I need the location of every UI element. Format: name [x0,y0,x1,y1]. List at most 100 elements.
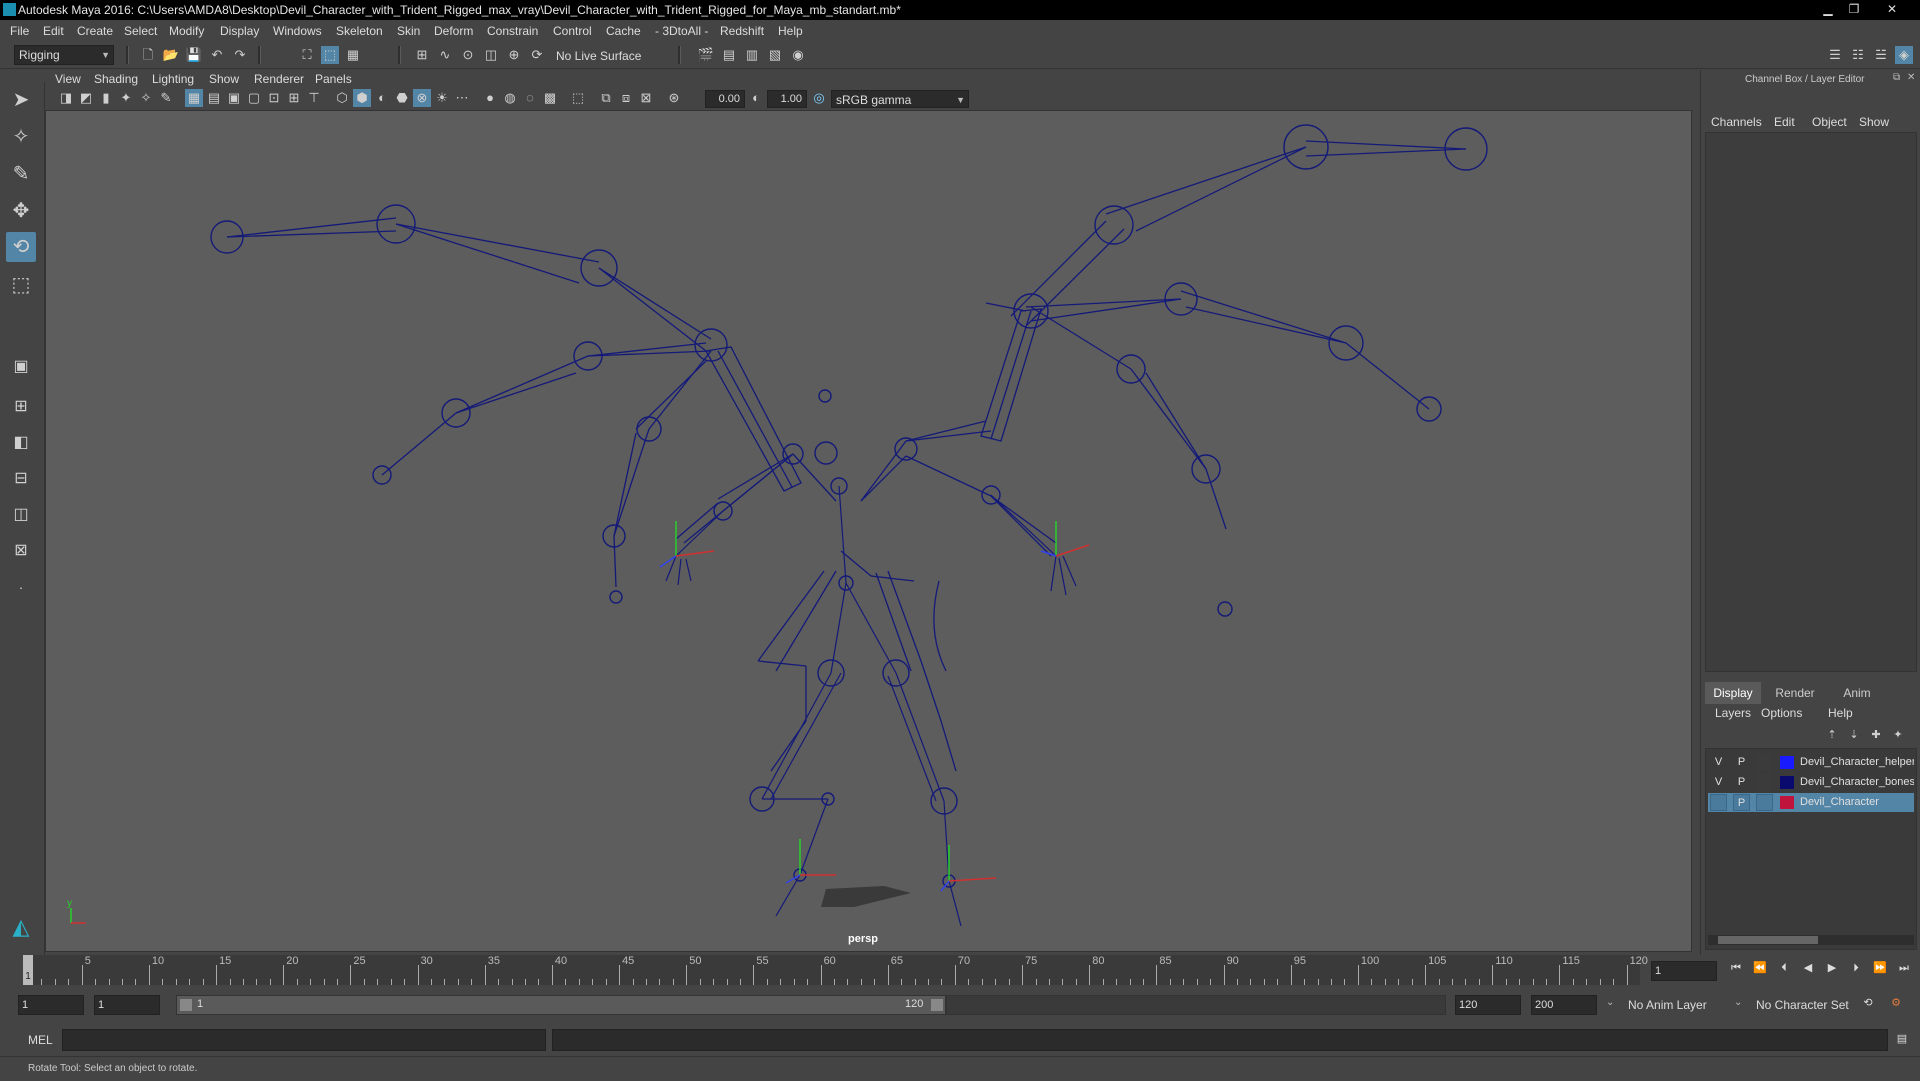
custom-layout-icon[interactable]: · [6,572,36,602]
range-end-handle[interactable] [931,999,943,1011]
layer-row-helpers[interactable]: V P Devil_Character_helpers [1708,753,1914,772]
layer-display-type-toggle[interactable] [1756,794,1773,811]
viewport-menu-renderer[interactable]: Renderer [254,72,304,86]
snap-curve-icon[interactable]: ∿ [436,46,454,64]
layer-color-swatch[interactable] [1780,776,1794,789]
tool-settings-icon[interactable]: ☱ [1872,46,1890,64]
float-panel-icon[interactable]: ⧉ [1893,72,1900,83]
layer-playback-toggle[interactable]: P [1733,774,1750,791]
menu-control[interactable]: Control [553,24,592,38]
layer-display-type-toggle[interactable] [1756,774,1773,791]
viewport-menu-view[interactable]: View [55,72,81,86]
current-time-marker[interactable]: 1 [23,955,33,985]
anti-aliasing-icon[interactable]: ◍ [501,89,519,107]
playback-start-field[interactable]: 1 [94,995,160,1015]
layer-menu-layers[interactable]: Layers [1715,706,1751,720]
open-scene-icon[interactable]: 📂 [162,46,180,64]
gamma-icon[interactable]: ◐ [747,89,765,107]
current-frame-field[interactable]: 1 [1651,961,1717,981]
layer-visibility-toggle[interactable] [1710,794,1727,811]
menu-constrain[interactable]: Constrain [487,24,538,38]
paint-select-tool-icon[interactable]: ✎ [6,159,36,189]
textures-icon[interactable]: ⬣ [393,89,411,107]
isolate-select-icon[interactable]: ▩ [541,89,559,107]
lasso-tool-icon[interactable]: ✧ [6,122,36,152]
single-view-layout-icon[interactable]: ▣ [6,352,36,382]
close-panel-icon[interactable]: ✕ [1907,72,1915,83]
smooth-shade-icon[interactable]: ⬢ [353,89,371,107]
four-view-layout-icon[interactable]: ⊞ [6,392,36,422]
layer-color-swatch[interactable] [1780,796,1794,809]
two-d-pan-icon[interactable]: ⊤ [305,89,323,107]
side-by-side-layout-icon[interactable]: ◧ [6,428,36,458]
bookmark-icon[interactable]: ▮ [97,89,115,107]
menu-select[interactable]: Select [124,24,157,38]
color-management-icon[interactable]: ◎ [810,89,828,107]
layer-menu-help[interactable]: Help [1828,706,1853,720]
playback-end-field[interactable]: 120 [1455,995,1521,1015]
new-layer-from-selection-icon[interactable]: ✦ [1889,726,1907,744]
timeline-ruler[interactable]: 5 10 15 20 25 30 35 40 45 50 55 60 65 70 75 80 85 90 95 100… [23,955,1648,985]
view-transform-dropdown[interactable]: sRGB gamma ▼ [831,90,969,108]
new-scene-icon[interactable]: 🗋 [139,46,157,64]
xray-active-icon[interactable]: ⧉ [597,89,615,107]
move-layer-up-icon[interactable]: ⇡ [1823,726,1841,744]
horizontal-scrollbar[interactable] [1708,935,1914,945]
attribute-editor-icon[interactable]: ☷ [1849,46,1867,64]
animation-end-field[interactable]: 200 [1531,995,1597,1015]
menu-modify[interactable]: Modify [169,24,204,38]
menu-windows[interactable]: Windows [273,24,322,38]
auto-key-icon[interactable]: ⟲ [1860,995,1876,1011]
snap-view-plane-icon[interactable]: ◫ [482,46,500,64]
layer-visibility-toggle[interactable]: V [1710,774,1727,791]
image-plane-icon[interactable]: ✦ [117,89,135,107]
xray-joints-icon[interactable]: ⊗ [413,89,431,107]
gate-mask-icon[interactable]: ⊡ [265,89,283,107]
chevron-down-icon[interactable]: ⌄ [1734,997,1742,1008]
resolution-gate-icon[interactable]: ✎ [157,89,175,107]
close-button[interactable]: ✕ [1880,0,1904,18]
select-component-icon[interactable]: ▦ [344,46,362,64]
go-to-end-icon[interactable]: ⏭ [1896,960,1912,976]
channel-box-menu-show[interactable]: Show [1859,115,1889,129]
menu-file[interactable]: File [10,24,29,38]
command-input[interactable] [62,1029,546,1051]
snap-live-icon[interactable]: ⊕ [505,46,523,64]
safe-action-icon[interactable]: ▣ [225,89,243,107]
tab-render[interactable]: Render [1767,682,1823,704]
outliner-layout-icon[interactable]: ⊟ [6,464,36,494]
exposure-icon[interactable]: ⊛ [665,89,683,107]
rotate-tool-icon[interactable]: ⟲ [6,232,36,262]
shadows-icon[interactable]: ☀ [433,89,451,107]
save-scene-icon[interactable]: 💾 [185,46,203,64]
script-editor-icon[interactable]: ▤ [1894,1031,1910,1047]
menu-display[interactable]: Display [220,24,259,38]
camera-icon[interactable]: ◨ [57,89,75,107]
redo-icon[interactable]: ↷ [231,46,249,64]
select-hierarchy-icon[interactable]: ⛶ [298,46,316,64]
film-gate-icon[interactable]: ✧ [137,89,155,107]
go-to-start-icon[interactable]: ⏮ [1728,960,1744,976]
layer-color-swatch[interactable] [1780,756,1794,769]
gamma-field[interactable]: 1.00 [767,90,807,108]
layer-row-bones[interactable]: V P Devil_Character_bones [1708,773,1914,792]
menu-redshift[interactable]: Redshift [720,24,764,38]
depth-of-field-icon[interactable]: ◌ [521,89,539,107]
scale-tool-icon[interactable]: ⬚ [6,270,36,300]
pan-zoom-icon[interactable]: ⊞ [285,89,303,107]
menu-skeleton[interactable]: Skeleton [336,24,383,38]
step-forward-key-icon[interactable]: ⏵ [1848,960,1864,976]
menu-help[interactable]: Help [778,24,803,38]
script-language-toggle[interactable]: MEL [28,1033,53,1047]
exposure-field[interactable]: 0.00 [705,90,745,108]
render-settings-icon[interactable]: ▥ [743,46,761,64]
channel-box-menu-object[interactable]: Object [1812,115,1847,129]
viewport-menu-lighting[interactable]: Lighting [152,72,194,86]
channel-box-toggle-icon[interactable]: ◈ [1895,46,1913,64]
render-current-icon[interactable]: 🎬 [697,46,715,64]
channel-box-menu-channels[interactable]: Channels [1711,115,1762,129]
move-layer-down-icon[interactable]: ⇣ [1845,726,1863,744]
motion-blur-icon[interactable]: ● [481,89,499,107]
range-start-handle[interactable] [180,999,192,1011]
make-live-icon[interactable]: ⟳ [528,46,546,64]
